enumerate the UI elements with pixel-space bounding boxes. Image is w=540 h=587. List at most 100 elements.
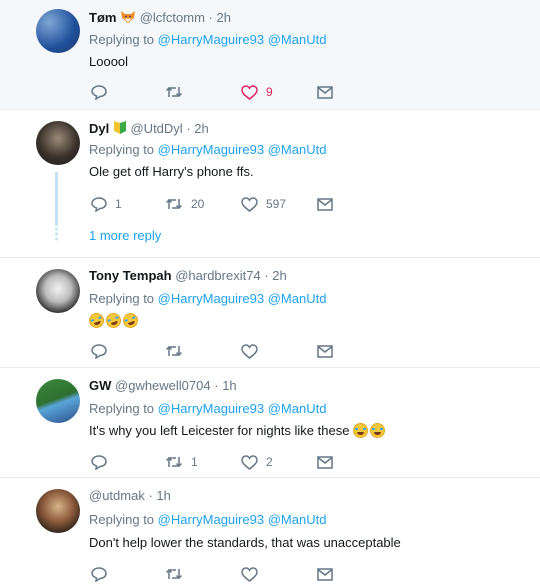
tweet-text: Looool: [89, 54, 129, 69]
tweet-item[interactable]: @utdmak · 1h Replying to @HarryMaguire93…: [0, 478, 540, 587]
tweet-text: Don't help lower the standards, that was…: [89, 535, 401, 550]
envelope-icon: [317, 344, 333, 358]
mention-link[interactable]: @HarryMaguire93: [158, 291, 264, 306]
mention-link[interactable]: @ManUtd: [268, 512, 327, 527]
reply-button[interactable]: [91, 82, 115, 102]
user-name[interactable]: Tony Tempah: [89, 268, 172, 283]
reply-context: Replying to @HarryMaguire93 @ManUtd: [89, 512, 326, 527]
mention-link[interactable]: @ManUtd: [268, 401, 327, 416]
timestamp[interactable]: 2h: [194, 121, 208, 136]
reply-button[interactable]: [91, 341, 107, 361]
timestamp[interactable]: 2h: [217, 10, 231, 25]
reply-icon: [91, 455, 107, 470]
user-handle[interactable]: @UtdDyl: [130, 121, 182, 136]
tweet-item[interactable]: Dyl @UtdDyl · 2h Replying to @HarryMagui…: [0, 110, 540, 258]
heart-icon: [241, 343, 258, 359]
retweet-icon: [165, 456, 183, 468]
message-button[interactable]: [317, 341, 333, 361]
mention-link[interactable]: @HarryMaguire93: [158, 401, 264, 416]
timestamp[interactable]: 2h: [272, 268, 286, 283]
tweet-text: Ole get off Harry's phone ffs.: [89, 164, 254, 179]
beginner-shield-emoji-icon: [113, 120, 127, 138]
envelope-icon: [317, 567, 333, 581]
tweet-item[interactable]: Tøm @lcfctomm · 2h Replying to @HarryMag…: [0, 0, 540, 110]
separator-dot: ·: [148, 488, 153, 503]
thread-line: [55, 172, 58, 226]
like-button[interactable]: 2: [241, 452, 273, 472]
tears-of-joy-emoji-icon: [353, 423, 369, 438]
rolling-laughing-emoji-icon: [120, 310, 141, 331]
reply-icon: [91, 197, 107, 212]
reply-button[interactable]: [91, 452, 107, 472]
avatar[interactable]: [36, 269, 80, 313]
separator-dot: ·: [264, 268, 269, 283]
tweet-item[interactable]: Tony Tempah @hardbrexit74 · 2h Replying …: [0, 258, 540, 368]
reply-icon: [91, 344, 107, 359]
rolling-laughing-emoji-icon: [86, 310, 107, 331]
avatar[interactable]: [36, 9, 80, 53]
separator-dot: ·: [208, 10, 213, 25]
retweet-button[interactable]: 1: [165, 452, 198, 472]
more-replies-dots-icon: [55, 227, 58, 241]
user-name[interactable]: GW: [89, 378, 111, 393]
retweet-icon: [165, 568, 183, 580]
envelope-icon: [317, 197, 333, 211]
tweet-item[interactable]: GW @gwhewell0704 · 1h Replying to @Harry…: [0, 368, 540, 478]
reply-button[interactable]: [91, 564, 107, 584]
avatar[interactable]: [36, 121, 80, 165]
avatar[interactable]: [36, 379, 80, 423]
heart-icon: [241, 566, 258, 582]
mention-link[interactable]: @ManUtd: [268, 32, 327, 47]
like-button[interactable]: 597: [241, 194, 286, 214]
user-handle[interactable]: @gwhewell0704: [115, 378, 211, 393]
message-button[interactable]: [317, 82, 333, 102]
tweet-actions: [89, 341, 339, 361]
reply-context: Replying to @HarryMaguire93 @ManUtd: [89, 142, 326, 157]
reply-button[interactable]: 1: [91, 194, 122, 214]
heart-icon: [241, 454, 258, 470]
user-name[interactable]: Tøm: [89, 10, 116, 25]
mention-link[interactable]: @ManUtd: [268, 142, 327, 157]
mention-link[interactable]: @HarryMaguire93: [158, 512, 264, 527]
envelope-icon: [317, 455, 333, 469]
like-count: 2: [266, 455, 273, 469]
mention-link[interactable]: @HarryMaguire93: [158, 142, 264, 157]
user-handle[interactable]: @lcfctomm: [140, 10, 205, 25]
message-button[interactable]: [317, 452, 333, 472]
like-count: 597: [266, 197, 287, 211]
mention-link[interactable]: @HarryMaguire93: [158, 32, 264, 47]
tweet-text: It's why you left Leicester for nights l…: [89, 423, 387, 438]
heart-icon: [241, 196, 258, 212]
avatar[interactable]: [36, 489, 80, 533]
show-more-replies-link[interactable]: 1 more reply: [89, 228, 161, 243]
tweet-actions: [89, 564, 339, 584]
user-handle[interactable]: @utdmak: [89, 488, 145, 503]
mention-link[interactable]: @ManUtd: [268, 291, 327, 306]
reply-context: Replying to @HarryMaguire93 @ManUtd: [89, 401, 326, 416]
retweet-button[interactable]: [165, 564, 183, 584]
timestamp[interactable]: 1h: [156, 488, 170, 503]
reply-count: 1: [115, 197, 122, 211]
like-button[interactable]: 9: [241, 82, 273, 102]
timestamp[interactable]: 1h: [222, 378, 236, 393]
replying-to-label: Replying to: [89, 32, 155, 47]
replying-to-label: Replying to: [89, 512, 155, 527]
user-name[interactable]: Dyl: [89, 121, 109, 136]
heart-icon: [241, 84, 258, 100]
like-button[interactable]: [241, 564, 258, 584]
retweet-count: 1: [191, 455, 198, 469]
retweet-button[interactable]: 20: [165, 194, 204, 214]
replying-to-label: Replying to: [89, 142, 155, 157]
message-button[interactable]: [317, 564, 333, 584]
reply-context: Replying to @HarryMaguire93 @ManUtd: [89, 32, 326, 47]
message-button[interactable]: [317, 194, 333, 214]
separator-dot: ·: [186, 121, 191, 136]
user-handle[interactable]: @hardbrexit74: [175, 268, 260, 283]
like-button[interactable]: [241, 341, 258, 361]
reply-icon: [91, 85, 107, 100]
retweet-button[interactable]: [165, 341, 183, 361]
retweet-button[interactable]: [165, 82, 191, 102]
replying-to-label: Replying to: [89, 291, 155, 306]
retweet-icon: [165, 198, 183, 210]
tweet-actions: 1 2: [89, 452, 339, 472]
